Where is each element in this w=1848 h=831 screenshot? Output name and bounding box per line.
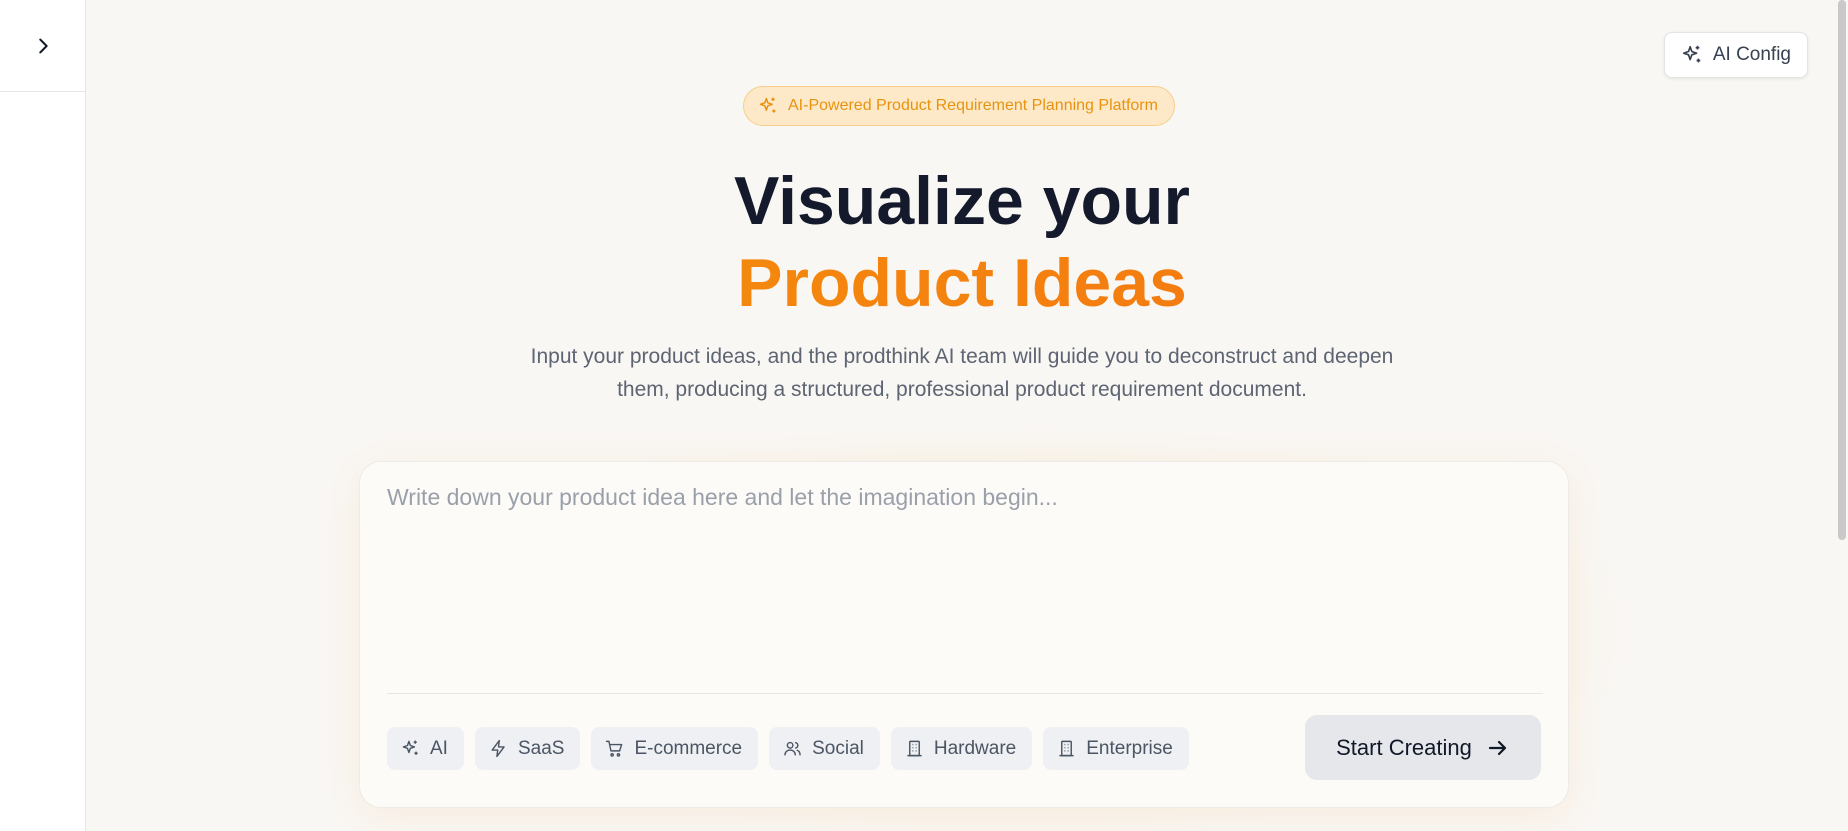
tag-e-commerce[interactable]: E-commerce [591,727,759,770]
idea-input[interactable] [387,484,1537,644]
app-root: AI Config AI-Powered Product Requirement… [0,0,1848,831]
tag-label: Hardware [933,737,1017,759]
tag-ai[interactable]: AI [387,727,464,770]
tag-label: SaaS [517,737,565,759]
hero-subtitle: Input your product ideas, and the prodth… [502,340,1422,406]
platform-badge: AI-Powered Product Requirement Planning … [743,86,1175,126]
composer-divider [387,693,1543,694]
zap-icon [489,739,508,758]
sidebar [0,0,86,831]
hero-title: Visualize your Product Ideas [86,160,1838,324]
chevron-right-icon [32,35,54,57]
sparkles-icon [1681,44,1703,66]
tag-enterprise[interactable]: Enterprise [1043,727,1189,770]
tag-label: AI [430,737,448,759]
hero-title-line2: Product Ideas [86,242,1838,324]
start-creating-button[interactable]: Start Creating [1305,715,1541,780]
badge-text: AI-Powered Product Requirement Planning … [788,97,1158,114]
subtitle-line2: them, producing a structured, profession… [617,378,1307,401]
hero-title-line1: Visualize your [733,163,1191,239]
arrow-right-icon [1486,736,1510,760]
shopping-cart-icon [605,739,624,758]
start-creating-label: Start Creating [1336,734,1472,760]
building-icon [905,739,924,758]
users-icon [783,739,802,758]
main-content: AI Config AI-Powered Product Requirement… [86,0,1848,831]
tag-label: Enterprise [1086,737,1173,759]
sidebar-expand-button[interactable] [23,26,63,66]
sidebar-header [0,0,85,92]
building-icon [1057,739,1076,758]
subtitle-line1: Input your product ideas, and the prodth… [530,345,1394,368]
tag-saas[interactable]: SaaS [474,727,581,770]
tag-label: E-commerce [634,737,743,759]
tag-social[interactable]: Social [769,727,880,770]
ai-config-button[interactable]: AI Config [1663,32,1808,78]
category-tags: AI SaaS E-commerce Social Hardware Enter… [387,727,1189,770]
scrollbar-thumb[interactable] [1838,0,1846,540]
sparkles-icon [401,739,420,758]
ai-config-label: AI Config [1712,44,1791,65]
idea-composer: AI SaaS E-commerce [359,461,1569,808]
tag-hardware[interactable]: Hardware [890,727,1033,770]
tag-label: Social [812,737,864,759]
sparkles-icon [758,96,778,116]
page-scrollbar[interactable] [1836,0,1848,831]
